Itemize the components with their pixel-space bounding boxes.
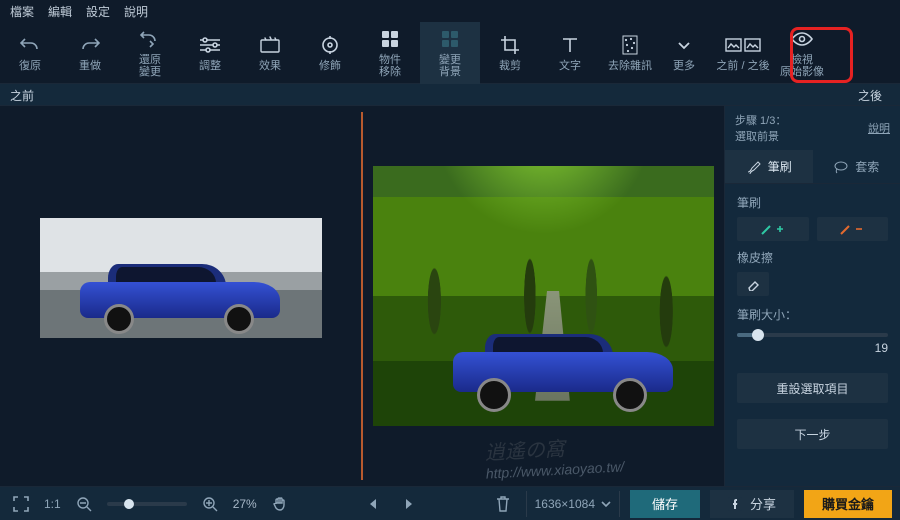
zoom-value: 27% xyxy=(233,497,257,511)
save-button[interactable]: 儲存 xyxy=(630,490,700,518)
before-panel xyxy=(0,106,361,486)
more-button[interactable]: 更多 xyxy=(660,22,708,84)
tab-brush[interactable]: 筆刷 xyxy=(725,150,813,183)
next-button[interactable]: 下一步 xyxy=(737,419,888,449)
car-before xyxy=(80,264,280,330)
menu-help[interactable]: 說明 xyxy=(124,3,148,20)
before-image[interactable] xyxy=(40,218,322,338)
brush-remove-icon xyxy=(839,222,865,236)
eraser-label: 橡皮擦 xyxy=(737,249,888,266)
right-panel: 步驟 1/3：選取前景 說明 筆刷 套索 筆刷 橡皮擦 筆刷大小： 19 重設選… xyxy=(724,106,900,486)
crop-button[interactable]: 裁剪 xyxy=(480,22,540,84)
brush-section: 筆刷 橡皮擦 筆刷大小： 19 xyxy=(725,184,900,365)
after-panel xyxy=(363,106,724,486)
retouch-button[interactable]: 修飾 xyxy=(300,22,360,84)
facebook-icon xyxy=(728,497,742,511)
fullscreen-button[interactable] xyxy=(8,491,34,517)
eraser-icon xyxy=(746,277,760,291)
zoom-out-button[interactable] xyxy=(71,491,97,517)
next-icon xyxy=(404,498,414,510)
before-after-icon xyxy=(725,34,761,56)
change-background-icon xyxy=(441,28,459,50)
retouch-icon xyxy=(319,34,341,56)
fullscreen-icon xyxy=(13,496,29,512)
dimensions: 1636×1084 xyxy=(526,491,620,517)
view-original-button[interactable]: 檢視 原始影像 xyxy=(778,22,826,84)
change-background-button[interactable]: 變更 背景 xyxy=(420,22,480,84)
help-link[interactable]: 說明 xyxy=(868,120,890,136)
next-button-nav[interactable] xyxy=(396,491,422,517)
brush-add-icon xyxy=(760,222,786,236)
panel-header: 步驟 1/3：選取前景 說明 xyxy=(725,106,900,150)
chevron-down-icon xyxy=(601,500,611,508)
menu-settings[interactable]: 設定 xyxy=(86,3,110,20)
redo-icon xyxy=(80,34,100,56)
zoom-in-button[interactable] xyxy=(197,491,223,517)
revert-icon xyxy=(140,28,160,50)
prev-icon xyxy=(368,498,378,510)
menu-edit[interactable]: 編輯 xyxy=(48,3,72,20)
canvas-area: 逍遙の窩 http://www.xiaoyao.tw/ xyxy=(0,106,724,486)
brush-icon xyxy=(746,160,762,174)
menu-file[interactable]: 檔案 xyxy=(10,3,34,20)
brush-size-value: 19 xyxy=(737,341,888,355)
denoise-button[interactable]: 去除雜訊 xyxy=(600,22,660,84)
tab-lasso[interactable]: 套索 xyxy=(813,150,900,183)
main-row: 逍遙の窩 http://www.xiaoyao.tw/ 步驟 1/3：選取前景 … xyxy=(0,106,900,486)
after-image[interactable] xyxy=(373,166,714,426)
before-after-labels: 之前 之後 xyxy=(0,84,900,106)
text-button[interactable]: 文字 xyxy=(540,22,600,84)
trash-icon xyxy=(496,496,510,512)
adjust-icon xyxy=(199,34,221,56)
before-label: 之前 xyxy=(0,84,530,105)
lasso-icon xyxy=(833,160,849,174)
effects-button[interactable]: 效果 xyxy=(240,22,300,84)
reset-selection-button[interactable]: 重設選取項目 xyxy=(737,373,888,403)
hand-icon xyxy=(272,496,288,512)
object-remove-button[interactable]: 物件 移除 xyxy=(360,22,420,84)
redo-button[interactable]: 重做 xyxy=(60,22,120,84)
denoise-icon xyxy=(622,34,638,56)
undo-button[interactable]: 復原 xyxy=(0,22,60,84)
effects-icon xyxy=(259,34,281,56)
adjust-button[interactable]: 調整 xyxy=(180,22,240,84)
pan-button[interactable] xyxy=(267,491,293,517)
object-remove-icon xyxy=(381,28,399,50)
eraser-button[interactable] xyxy=(737,272,769,296)
share-button[interactable]: 分享 xyxy=(710,490,794,518)
zoom-in-icon xyxy=(202,496,218,512)
ratio-button[interactable]: 1:1 xyxy=(44,491,61,517)
chevron-down-icon xyxy=(677,34,691,56)
text-icon xyxy=(561,34,579,56)
watermark: 逍遙の窩 http://www.xiaoyao.tw/ xyxy=(484,429,625,481)
panel-tabs: 筆刷 套索 xyxy=(725,150,900,184)
after-label: 之後 xyxy=(530,84,900,105)
car-after xyxy=(453,334,673,408)
toolbar: 復原 重做 還原 變更 調整 效果 修飾 物件 移除 變更 背景 裁剪 文字 去… xyxy=(0,22,900,84)
zoom-out-icon xyxy=(76,496,92,512)
crop-icon xyxy=(500,34,520,56)
brush-label: 筆刷 xyxy=(737,194,888,211)
brush-add-button[interactable] xyxy=(737,217,809,241)
undo-icon xyxy=(20,34,40,56)
brush-size-label: 筆刷大小： xyxy=(737,306,888,323)
brush-remove-button[interactable] xyxy=(817,217,889,241)
brush-size-slider[interactable] xyxy=(737,333,888,337)
zoom-slider[interactable] xyxy=(107,502,187,506)
delete-button[interactable] xyxy=(490,491,516,517)
revert-button[interactable]: 還原 變更 xyxy=(120,22,180,84)
prev-button[interactable] xyxy=(360,491,386,517)
before-after-button[interactable]: 之前 / 之後 xyxy=(708,22,778,84)
statusbar: 1:1 27% 1636×1084 儲存 分享 購買金鑰 xyxy=(0,486,900,520)
menubar: 檔案 編輯 設定 說明 xyxy=(0,0,900,22)
eye-icon xyxy=(791,28,813,50)
buy-button[interactable]: 購買金鑰 xyxy=(804,490,892,518)
